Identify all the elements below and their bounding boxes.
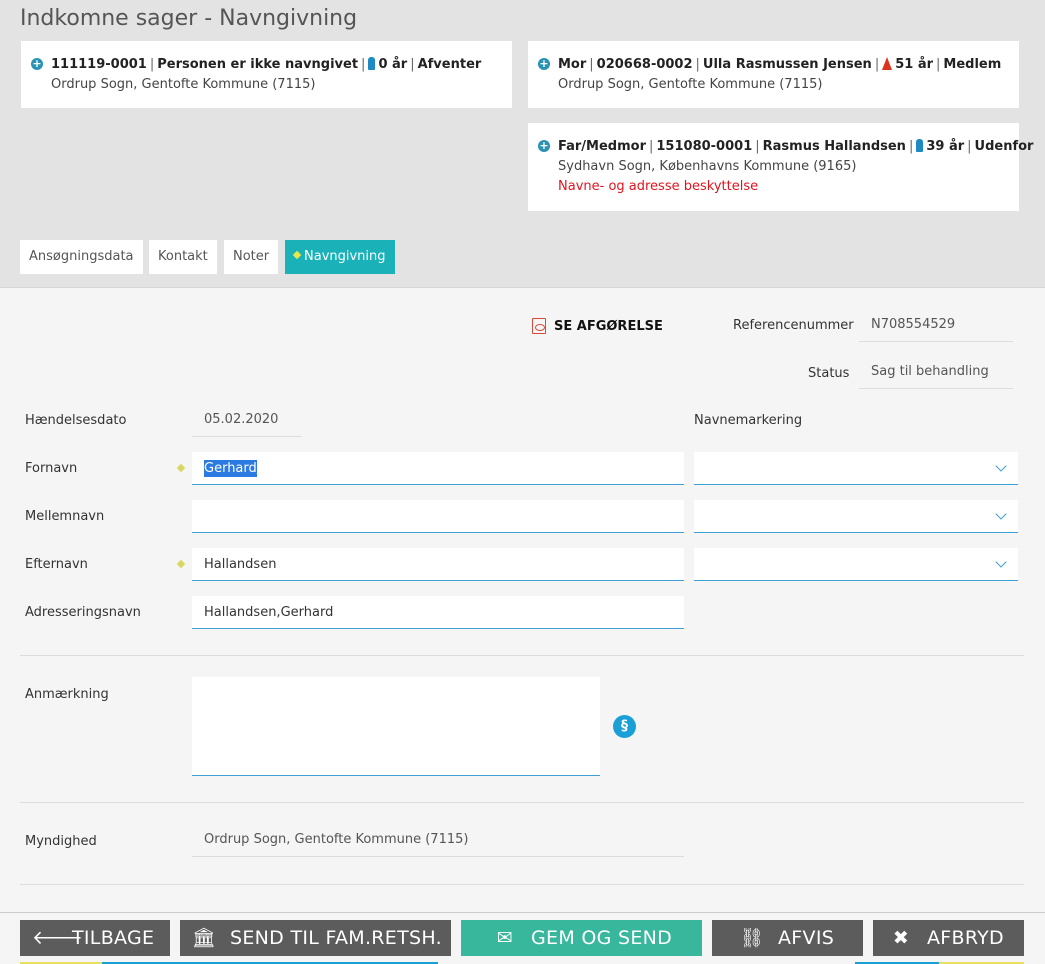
mother-role: Mor <box>558 57 587 72</box>
reference-label: Referencenummer <box>733 318 854 333</box>
see-decision-label: SE AFGØRELSE <box>554 319 663 334</box>
page-title: Indkomne sager - Navngivning <box>20 6 358 31</box>
address-protection-warning: Navne- og adresse beskyttelse <box>558 179 759 194</box>
save-and-send-button[interactable]: ✉ GEM OG SEND <box>461 920 702 956</box>
reject-button[interactable]: ⛓ AFVIS <box>712 920 863 956</box>
see-decision-link[interactable]: SE AFGØRELSE <box>532 318 663 334</box>
tab-contact[interactable]: Kontakt <box>149 240 217 274</box>
expand-plus-icon[interactable]: + <box>31 58 43 70</box>
required-diamond-icon <box>176 559 186 569</box>
middle-name-label: Mellemnavn <box>25 509 105 524</box>
last-name-input[interactable]: Hallandsen <box>192 548 684 581</box>
remark-textarea[interactable] <box>192 677 600 776</box>
chevron-down-icon <box>995 460 1007 472</box>
first-name-value: Gerhard <box>204 460 257 477</box>
reference-value: N708554529 <box>859 312 1013 342</box>
chevron-down-icon <box>995 556 1007 568</box>
tab-application-data[interactable]: Ansøgningsdata <box>20 240 143 274</box>
address-name-label: Adresseringsnavn <box>25 605 141 620</box>
first-name-marking-select[interactable] <box>694 452 1018 485</box>
female-person-icon <box>882 57 893 70</box>
last-name-marking-select[interactable] <box>694 548 1018 581</box>
male-person-icon <box>916 139 924 152</box>
father-address: Sydhavn Sogn, Københavns Kommune (9165) <box>558 159 857 174</box>
child-name: Personen er ikke navngivet <box>157 57 359 72</box>
status-label: Status <box>808 366 850 381</box>
tab-naming-label: Navngivning <box>304 249 386 264</box>
mother-status: Medlem <box>943 57 1002 72</box>
child-age: 0 år <box>378 57 408 72</box>
father-age: 39 år <box>926 139 965 154</box>
father-role: Far/Medmor <box>558 139 646 154</box>
name-marking-label: Navnemarkering <box>694 413 803 428</box>
status-value: Sag til behandling <box>859 359 1013 389</box>
father-card[interactable]: + Far/Medmor | 151080-0001 | Rasmus Hallands… <box>528 123 1033 211</box>
tab-naming[interactable]: Navngivning <box>285 240 395 274</box>
last-name-label: Efternavn <box>25 557 88 572</box>
first-name-input[interactable]: Gerhard <box>192 452 684 485</box>
back-button[interactable]: 🡐TILBAGE <box>20 920 170 956</box>
address-name-input[interactable]: Hallandsen,Gerhard <box>192 596 684 629</box>
paragraph-icon[interactable]: § <box>613 715 636 738</box>
child-card[interactable]: + 111119-0001 | Personen er ikke navngivet… <box>21 41 512 108</box>
active-diamond-icon <box>292 250 302 260</box>
mother-address: Ordrup Sogn, Gentofte Kommune (7115) <box>558 77 823 92</box>
remark-label: Anmærkning <box>25 687 109 702</box>
send-family-law-button[interactable]: 🏛 SEND TIL FAM.RETSH. <box>180 920 451 956</box>
authority-label: Myndighed <box>25 834 97 849</box>
middle-name-input[interactable] <box>192 500 684 533</box>
child-address: Ordrup Sogn, Gentofte Kommune (7115) <box>51 77 316 92</box>
event-date-label: Hændelsesdato <box>25 413 127 428</box>
mother-cpr: 020668-0002 <box>596 57 693 72</box>
chevron-down-icon <box>995 508 1007 520</box>
expand-plus-icon[interactable]: + <box>538 140 550 152</box>
envelope-icon: ✉ <box>496 927 514 949</box>
unlink-icon: ⛓ <box>739 927 765 949</box>
male-person-icon <box>368 57 376 70</box>
close-icon: ✖ <box>892 927 910 949</box>
tab-notes[interactable]: Noter <box>224 240 279 274</box>
arrow-left-icon: 🡐 <box>32 927 84 949</box>
first-name-label: Fornavn <box>25 461 78 476</box>
divider <box>20 884 1024 885</box>
mother-name: Ulla Rasmussen Jensen <box>702 57 872 72</box>
bank-icon: 🏛 <box>191 927 217 949</box>
authority-value: Ordrup Sogn, Gentofte Kommune (7115) <box>192 827 684 857</box>
child-cpr: 111119-0001 <box>51 57 147 72</box>
event-date-value: 05.02.2020 <box>192 407 302 437</box>
father-name: Rasmus Hallandsen <box>762 139 906 154</box>
expand-plus-icon[interactable]: + <box>538 58 550 70</box>
pdf-icon <box>532 318 546 334</box>
mother-card[interactable]: + Mor | 020668-0002 | Ulla Rasmussen Jensen |… <box>528 41 1019 108</box>
cancel-button[interactable]: ✖ AFBRYD <box>873 920 1024 956</box>
divider <box>20 655 1024 656</box>
child-status: Afventer <box>417 57 482 72</box>
required-diamond-icon <box>176 463 186 473</box>
divider <box>20 802 1024 803</box>
middle-name-marking-select[interactable] <box>694 500 1018 533</box>
father-status: Udenfor <box>974 139 1034 154</box>
case-header: Indkomne sager - Navngivning + 111119-00… <box>0 0 1045 288</box>
mother-age: 51 år <box>895 57 934 72</box>
father-cpr: 151080-0001 <box>656 139 753 154</box>
